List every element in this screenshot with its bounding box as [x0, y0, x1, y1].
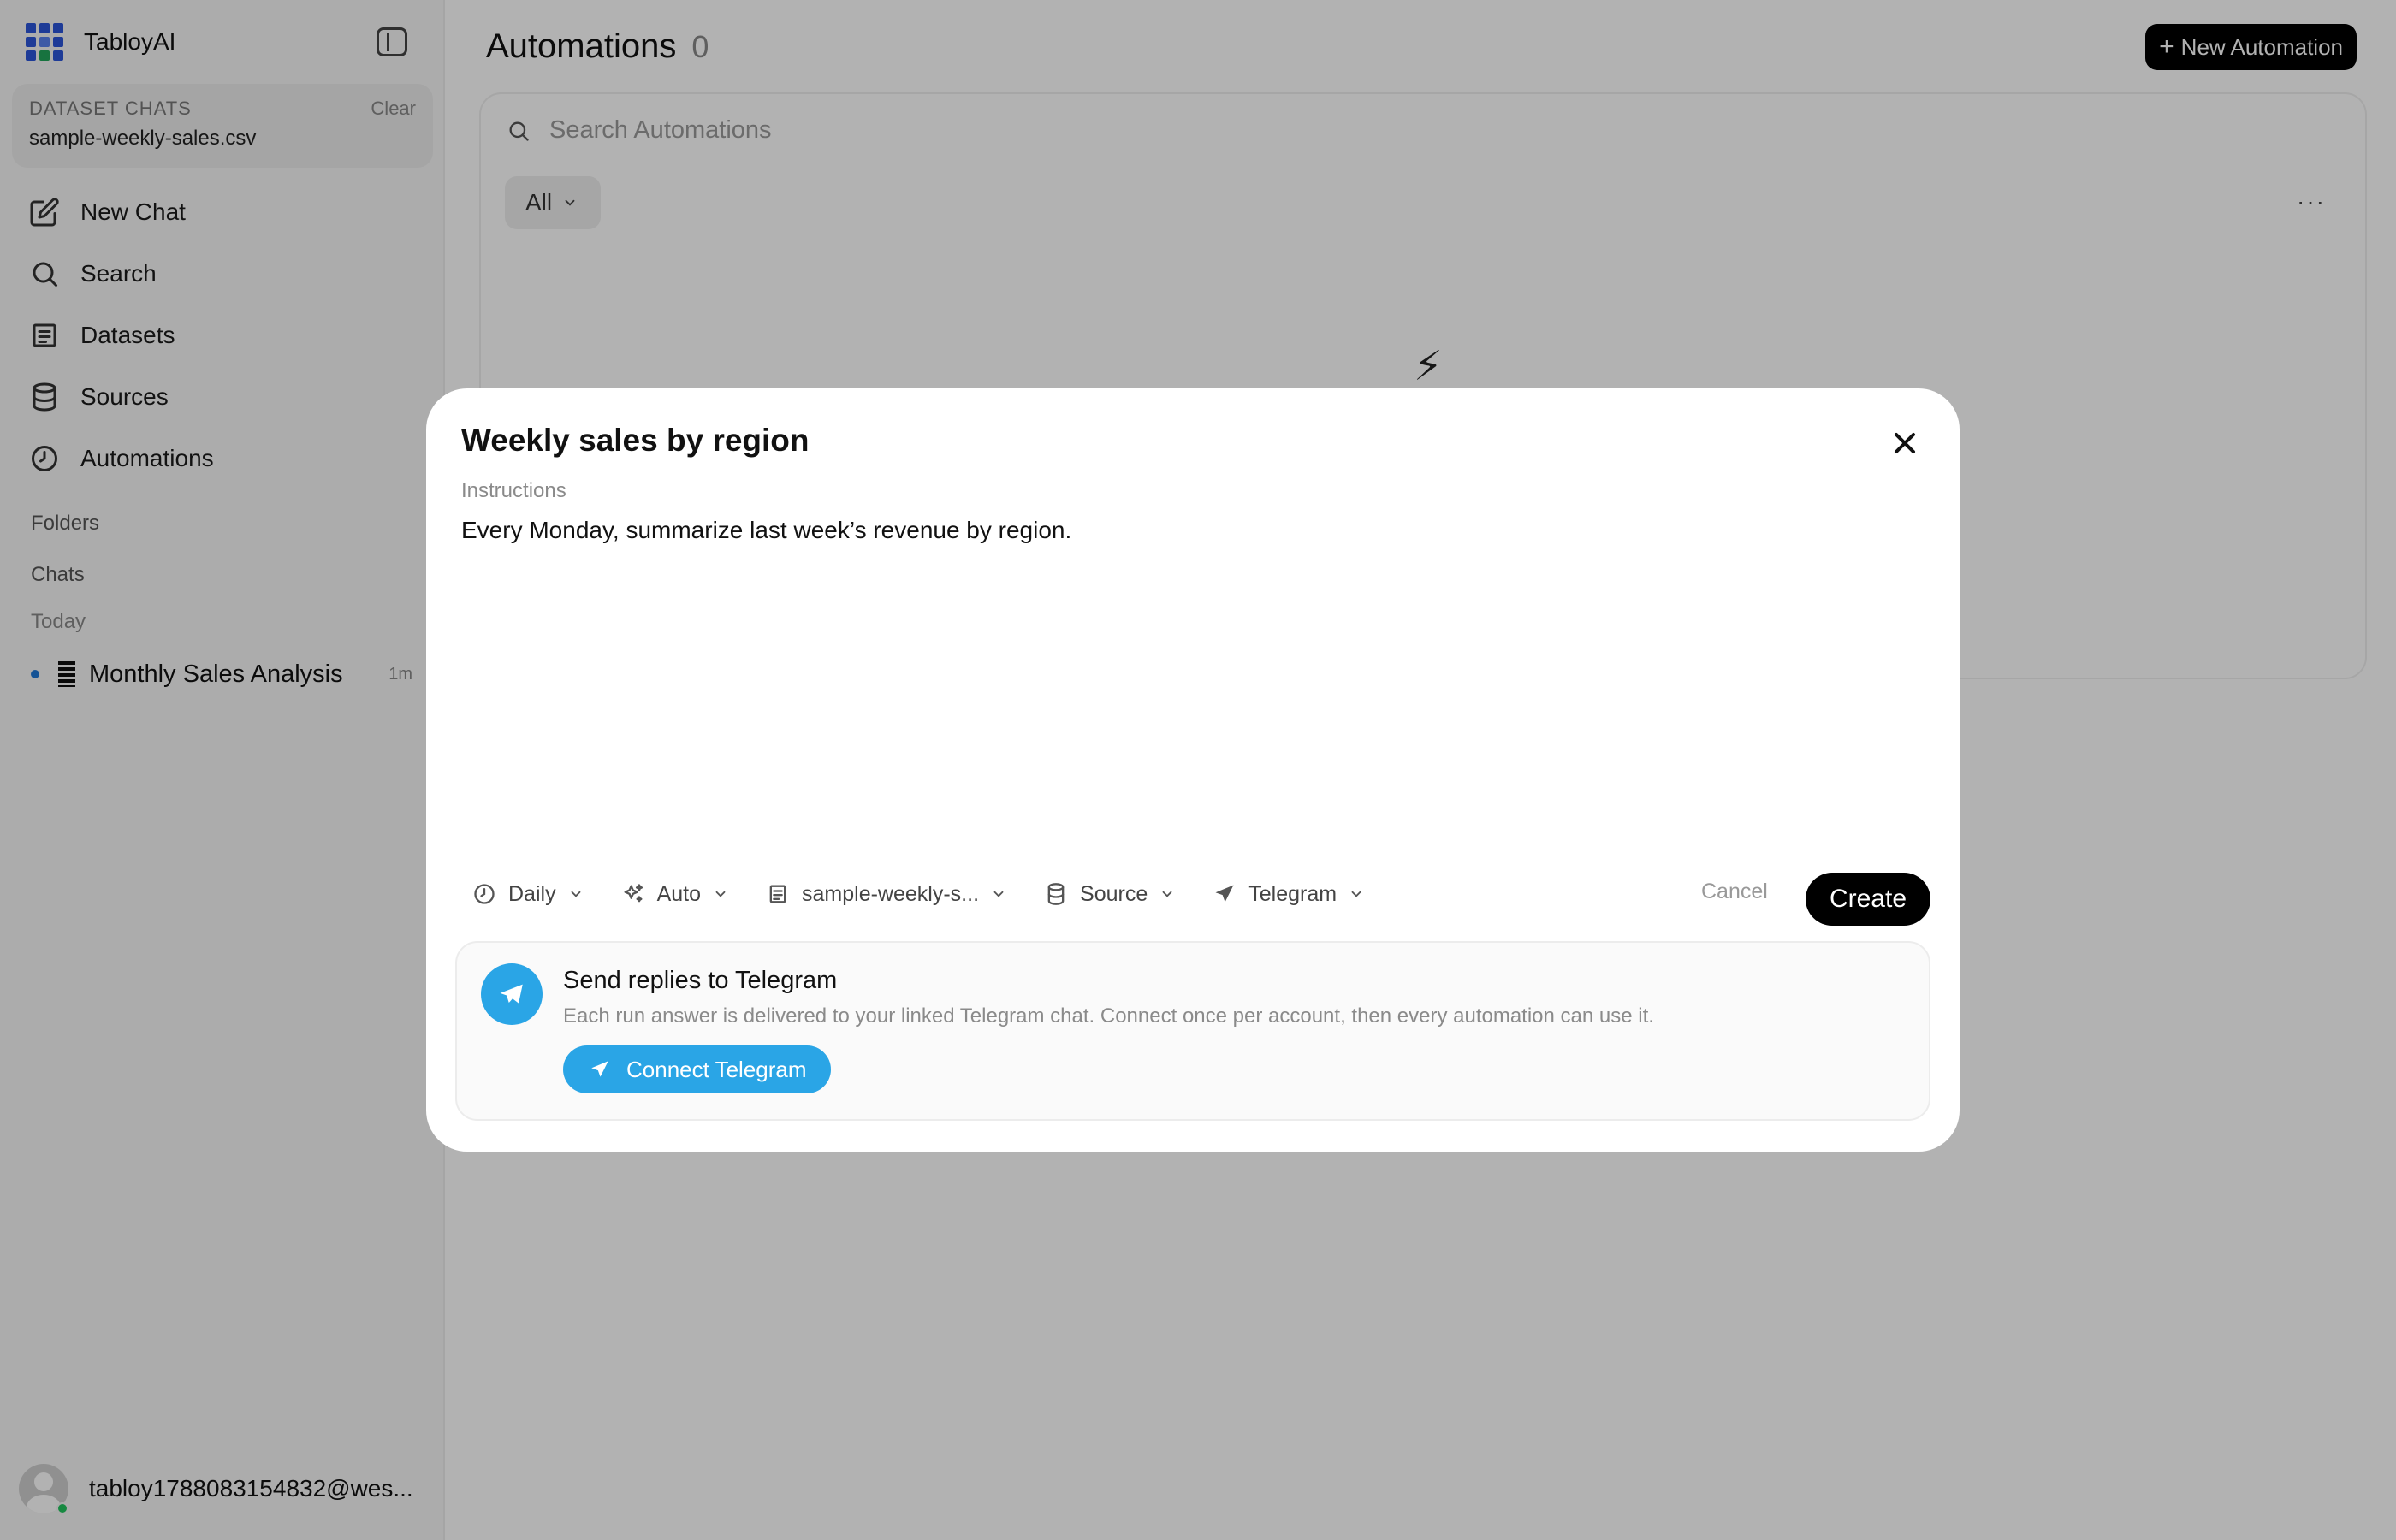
channel-dropdown[interactable]: Telegram	[1213, 882, 1364, 907]
source-value: Source	[1080, 881, 1148, 906]
clock-icon	[474, 884, 495, 904]
database-icon	[1047, 883, 1065, 905]
telegram-icon	[481, 963, 543, 1025]
instructions-label: Instructions	[461, 479, 566, 502]
automation-options-toolbar: Daily Auto sample-weekly-s... Source Tel…	[472, 876, 1402, 912]
schedule-value: Daily	[508, 881, 556, 906]
dataset-icon	[769, 885, 786, 903]
connect-telegram-button[interactable]: Connect Telegram	[563, 1045, 831, 1093]
chevron-down-icon	[1162, 891, 1172, 897]
model-dropdown[interactable]: Auto	[621, 882, 728, 907]
send-icon	[591, 1061, 608, 1077]
automation-title-input[interactable]: Weekly sales by region	[461, 423, 810, 459]
close-icon[interactable]	[1888, 426, 1922, 460]
create-button[interactable]: Create	[1806, 873, 1930, 926]
sparkles-icon	[624, 884, 643, 903]
schedule-dropdown[interactable]: Daily	[472, 882, 584, 907]
source-dropdown[interactable]: Source	[1044, 882, 1175, 907]
chevron-down-icon	[571, 891, 581, 897]
dataset-value: sample-weekly-s...	[802, 881, 980, 906]
chevron-down-icon	[993, 891, 1004, 897]
channel-value: Telegram	[1248, 881, 1337, 906]
model-value: Auto	[656, 881, 702, 906]
telegram-description: Each run answer is delivered to your lin…	[563, 1004, 1654, 1028]
chevron-down-icon	[1351, 891, 1361, 897]
chevron-down-icon	[715, 891, 726, 897]
send-icon	[1215, 885, 1234, 903]
cancel-button[interactable]: Cancel	[1701, 880, 1768, 904]
new-automation-dialog: Weekly sales by region Instructions Ever…	[426, 388, 1960, 1152]
connect-telegram-label: Connect Telegram	[626, 1056, 807, 1082]
telegram-title: Send replies to Telegram	[563, 967, 838, 994]
telegram-callout: Send replies to Telegram Each run answer…	[455, 941, 1930, 1121]
dataset-dropdown[interactable]: sample-weekly-s...	[766, 882, 1006, 907]
instructions-textarea[interactable]: Every Monday, summarize last week’s reve…	[461, 517, 1071, 544]
